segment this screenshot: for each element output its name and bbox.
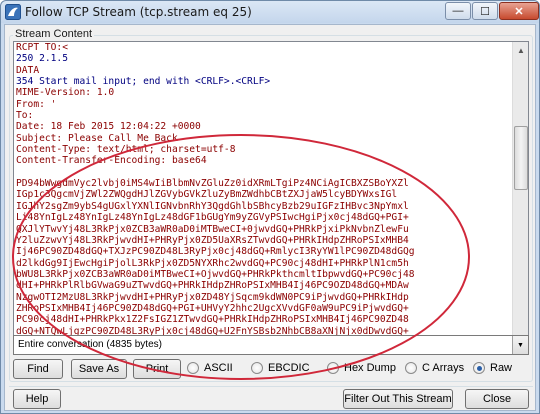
stream-line: d2lkdGg9IjEwcHgiPjolL3RkPjx0ZD5NYXRhc2wv… (16, 257, 409, 269)
filter-out-stream-button[interactable]: Filter Out This Stream (343, 389, 453, 409)
dialog-client-area: Stream Content RCPT TO:< 250 2.1.5 DATA 354… (4, 24, 536, 411)
stream-line: Y2luZzwvYj48L3RkPjwvdHI+PHRyPjx0ZD5UaXRs… (16, 234, 409, 246)
minimize-button[interactable]: — (445, 2, 471, 20)
format-ascii-option[interactable]: ASCII (187, 362, 233, 374)
stream-line: From: ' (16, 98, 57, 110)
format-c-arrays-radio[interactable] (405, 362, 417, 374)
stream-line: NzgwOTI2MzU8L3RkPjwvdHI+PHRyPjx0ZD48YjSq… (16, 291, 409, 303)
stream-line: QXJlYTwvYj48L3RkPjx0ZCB3aWR0aD0iMTBweCI+… (16, 223, 409, 235)
scroll-up-arrow-icon[interactable]: ▲ (513, 42, 528, 58)
stream-line: IGp1c3QgcmVjZWl2ZWQgdHJlZGVybGVkZluZyBmZ… (16, 189, 398, 201)
stream-line: 250 2.1.5 (16, 53, 68, 65)
conversation-select[interactable]: Entire conversation (4835 bytes) ▼ (13, 335, 529, 355)
format-raw-radio[interactable] (473, 362, 485, 374)
conversation-select-value: Entire conversation (4835 bytes) (18, 339, 162, 350)
stream-line: Content-Transfer-Encoding: base64 (16, 155, 207, 167)
find-button[interactable]: Find (13, 359, 63, 379)
save-as-button[interactable]: Save As (71, 359, 127, 379)
button-separator (9, 386, 533, 387)
stream-line: Ij46PC90ZD48dGQ+TXJzPC90ZD48L3RyPjx0cj48… (16, 246, 415, 258)
stream-text[interactable]: RCPT TO:< 250 2.1.5 DATA 354 Start mail inp… (16, 42, 514, 352)
stream-line: RCPT TO:< (16, 42, 68, 53)
minimize-icon: — (452, 5, 464, 17)
maximize-button[interactable]: ☐ (472, 2, 498, 20)
save-as-button-label: Save As (78, 363, 120, 375)
title-bar[interactable]: Follow TCP Stream (tcp.stream eq 25) — ☐… (1, 1, 539, 23)
format-raw-option[interactable]: Raw (473, 362, 512, 374)
stream-line: bWU8L3RkPjx0ZCB3aWR0aD0iMTBweCI+OjwvdGQ+… (16, 268, 415, 280)
vertical-scrollbar[interactable]: ▲ ▼ (512, 42, 528, 352)
stream-line: To: (16, 110, 34, 122)
scrollbar-thumb[interactable] (514, 126, 528, 190)
stream-line: Date: 18 Feb 2015 12:04:22 +0000 (16, 121, 201, 133)
close-button-label: Close (482, 393, 512, 405)
stream-line: 354 Start mail input; end with <CRLF>.<C… (16, 76, 271, 88)
format-ascii-label: ASCII (204, 362, 233, 374)
follow-tcp-stream-window: Follow TCP Stream (tcp.stream eq 25) — ☐… (0, 0, 540, 414)
format-hex-dump-radio[interactable] (327, 362, 339, 374)
close-button[interactable]: Close (465, 389, 529, 409)
help-button-label: Help (25, 393, 49, 405)
close-icon: ✕ (514, 5, 524, 18)
maximize-icon: ☐ (480, 5, 490, 18)
format-raw-label: Raw (490, 362, 513, 374)
format-c-arrays-option[interactable]: C Arrays (405, 362, 464, 374)
stream-line: MIME-Version: 1.0 (16, 87, 115, 99)
stream-line: ZHRoPSIxMHB4Ij46PC90ZD48dGQ+PGI+UHVyY2hh… (16, 302, 409, 314)
stream-line: Content-Type: text/html; charset=utf-8 (16, 144, 236, 156)
format-ebcdic-radio[interactable] (251, 362, 263, 374)
stream-line: Li48YnIgLz48YnIgLz48YnIgLz48dGF1bGUgYm9y… (16, 212, 409, 224)
format-ascii-radio[interactable] (187, 362, 199, 374)
dropdown-arrow-icon[interactable]: ▼ (512, 336, 528, 354)
stream-line: IGJhY2sgZm9ybS4gUGxlYXNlIGNvbnRhY3QgdGhl… (16, 200, 409, 212)
format-hex-dump-label: Hex Dump (344, 362, 396, 374)
stream-content-textview[interactable]: RCPT TO:< 250 2.1.5 DATA 354 Start mail inp… (13, 41, 529, 353)
stream-line: Subject: Please Call Me Back (16, 132, 178, 144)
close-window-button[interactable]: ✕ (499, 2, 539, 20)
find-button-label: Find (27, 363, 49, 375)
stream-line: DATA (16, 64, 40, 76)
stream-line: PD94bWwgdmVyc2lvbj0iMS4wIiBlbmNvZGluZz0i… (16, 178, 409, 190)
stream-line: dHI+PHRkPlRlbGVwaG9uZTwvdGQ+PHRkIHdpZHRo… (16, 280, 409, 292)
stream-content-label: Stream Content (13, 28, 95, 40)
help-button[interactable]: Help (13, 389, 61, 409)
format-c-arrays-label: C Arrays (422, 362, 465, 374)
format-ebcdic-label: EBCDIC (268, 362, 310, 374)
wireshark-fin-icon (5, 4, 21, 20)
stream-line (16, 167, 514, 178)
format-hex-dump-option[interactable]: Hex Dump (327, 362, 396, 374)
format-ebcdic-option[interactable]: EBCDIC (251, 362, 310, 374)
print-button[interactable]: Print (133, 359, 181, 379)
filter-out-stream-button-label: Filter Out This Stream (344, 393, 452, 405)
print-button-label: Print (145, 363, 169, 375)
window-title: Follow TCP Stream (tcp.stream eq 25) (25, 5, 252, 19)
stream-line: PC90cj48dHI+PHRkPkx1Z2FsIGZ1ZTwvdGQ+PHRk… (16, 314, 409, 326)
